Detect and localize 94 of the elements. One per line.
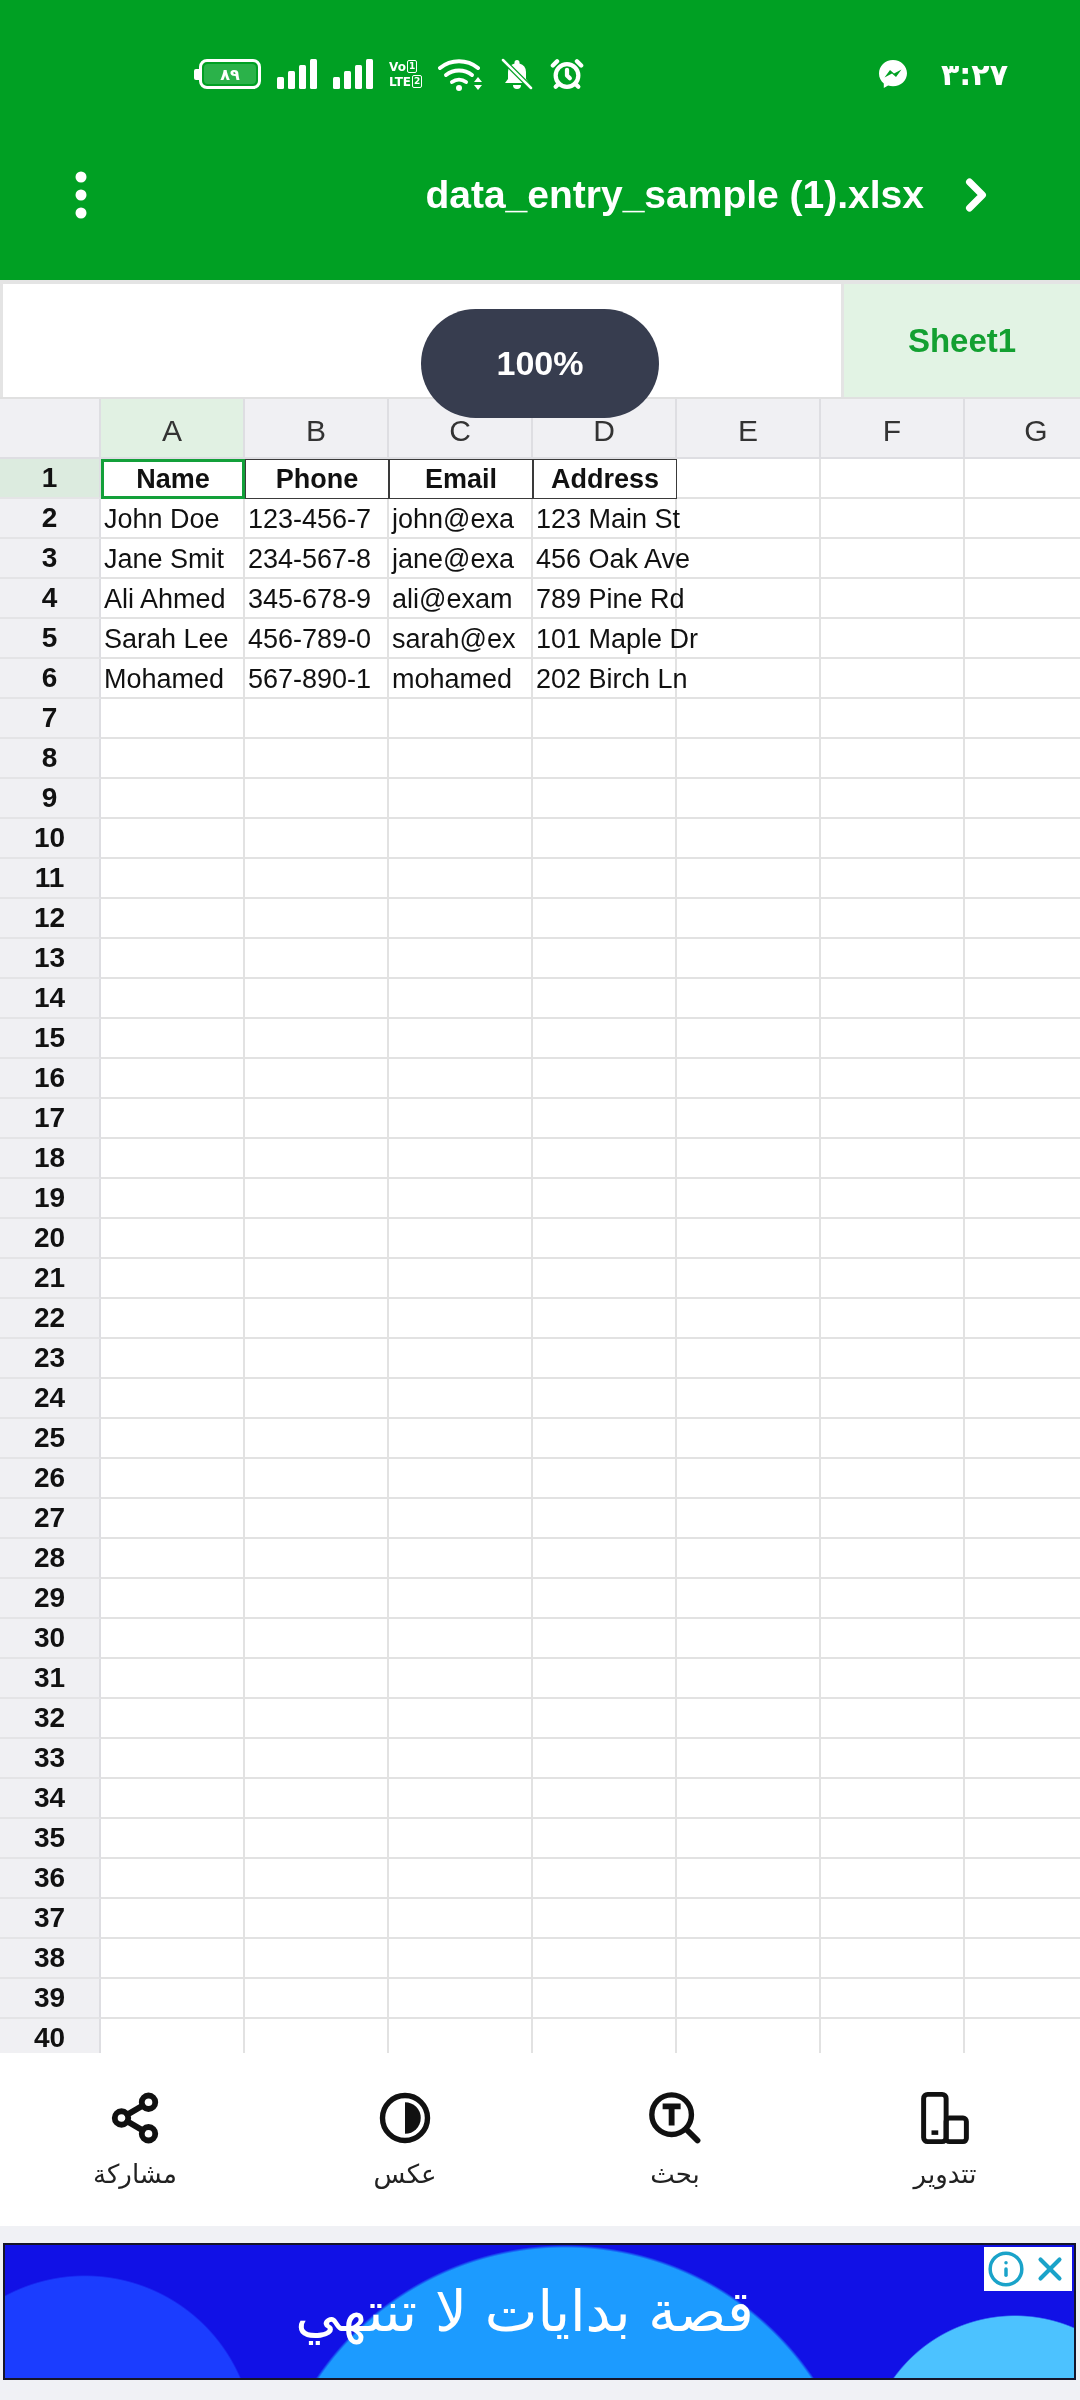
toolbar-button[interactable]: عكس [367, 2091, 443, 2189]
messenger-icon [877, 58, 910, 90]
alarm-clock-icon [550, 57, 585, 91]
row-number[interactable]: 22 [0, 1299, 101, 1339]
row-number[interactable]: 20 [0, 1219, 101, 1259]
row-number[interactable]: 35 [0, 1819, 101, 1859]
contrast-icon [378, 2091, 432, 2145]
row-number[interactable]: 32 [0, 1699, 101, 1739]
network-type-label: LTE [389, 74, 412, 89]
row-number[interactable]: 14 [0, 979, 101, 1019]
table-cell[interactable]: 456-789-0 [245, 623, 372, 655]
file-title: data_entry_sample (1).xlsx [425, 173, 924, 217]
table-cell[interactable]: john@exa [389, 503, 514, 535]
row-number[interactable]: 4 [0, 579, 101, 619]
table-cell[interactable]: jane@exa [389, 543, 514, 575]
row-number[interactable]: 11 [0, 859, 101, 899]
row-number[interactable]: 15 [0, 1019, 101, 1059]
table-cell[interactable]: ali@exam [389, 583, 513, 615]
row-number[interactable]: 38 [0, 1939, 101, 1979]
row-number[interactable]: 21 [0, 1259, 101, 1299]
row-number[interactable]: 27 [0, 1499, 101, 1539]
row-number[interactable]: 24 [0, 1379, 101, 1419]
table-cell[interactable]: sarah@ex [389, 623, 516, 655]
menu-icon [74, 171, 88, 219]
table-cell[interactable]: 234-567-8 [245, 543, 372, 575]
table-cell[interactable]: 789 Pine Rd [533, 583, 685, 615]
toolbar-button[interactable]: تتدوير [907, 2091, 983, 2189]
info-icon[interactable] [984, 2247, 1028, 2291]
row-number[interactable]: 40 [0, 2019, 101, 2053]
table-cell[interactable]: Ali Ahmed [101, 583, 226, 615]
table-cell[interactable]: mohamed [389, 663, 513, 695]
table-cell[interactable]: 456 Oak Ave [533, 543, 691, 575]
table-cell[interactable]: 101 Maple Dr [533, 623, 699, 655]
wifi-icon [438, 57, 485, 91]
row-number[interactable]: 3 [0, 539, 101, 579]
row-number[interactable]: 33 [0, 1739, 101, 1779]
selected-header-cell[interactable]: Name [101, 459, 245, 499]
row-number[interactable]: 16 [0, 1059, 101, 1099]
sim-number: 1 [406, 60, 418, 73]
table-cell[interactable]: Sarah Lee [101, 623, 229, 655]
row-number[interactable]: 26 [0, 1459, 101, 1499]
close-icon[interactable] [1028, 2247, 1072, 2291]
row-number[interactable]: 10 [0, 819, 101, 859]
rotate-device-icon [918, 2091, 972, 2145]
bell-off-icon [500, 57, 535, 91]
column-header[interactable]: E [677, 399, 821, 459]
row-number[interactable]: 31 [0, 1659, 101, 1699]
search-icon [648, 2091, 702, 2145]
header-cell[interactable]: Address [533, 459, 677, 499]
sim-number: 2 [412, 75, 423, 88]
row-number[interactable]: 1 [0, 459, 101, 499]
row-number[interactable]: 5 [0, 619, 101, 659]
column-header[interactable]: G [965, 399, 1080, 459]
table-cell[interactable]: Jane Smit [101, 543, 225, 575]
header-cell[interactable]: Email [389, 459, 533, 499]
table-cell[interactable]: John Doe [101, 503, 220, 535]
more-options-button[interactable] [74, 171, 88, 219]
row-number[interactable]: 39 [0, 1979, 101, 2019]
row-number[interactable]: 36 [0, 1859, 101, 1899]
network-type-label: Vo [389, 59, 406, 74]
row-number[interactable]: 19 [0, 1179, 101, 1219]
header-cell[interactable]: Phone [245, 459, 389, 499]
row-number[interactable]: 12 [0, 899, 101, 939]
signal-icon [333, 59, 373, 89]
row-number[interactable]: 6 [0, 659, 101, 699]
row-number[interactable]: 28 [0, 1539, 101, 1579]
status-time: ٣:٢٧ [941, 56, 1008, 92]
column-header[interactable]: B [245, 399, 389, 459]
toolbar-button[interactable]: مشاركة [87, 2091, 183, 2189]
row-number[interactable]: 9 [0, 779, 101, 819]
row-number[interactable]: 30 [0, 1619, 101, 1659]
zoom-level-toast: 100% [421, 309, 659, 418]
row-number[interactable]: 13 [0, 939, 101, 979]
toolbar-button[interactable]: بحث [642, 2091, 708, 2189]
column-header[interactable]: F [821, 399, 965, 459]
row-number[interactable]: 25 [0, 1419, 101, 1459]
column-header[interactable]: A [101, 399, 245, 459]
row-number[interactable]: 2 [0, 499, 101, 539]
battery-indicator: ٨٩ [194, 59, 261, 89]
signal-icon [277, 59, 317, 89]
table-cell[interactable]: 123 Main St [533, 503, 681, 535]
table-cell[interactable]: 202 Birch Ln [533, 663, 688, 695]
row-number[interactable]: 8 [0, 739, 101, 779]
table-cell[interactable]: 567-890-1 [245, 663, 372, 695]
row-number[interactable]: 17 [0, 1099, 101, 1139]
table-cell[interactable]: 345-678-9 [245, 583, 372, 615]
row-number[interactable]: 34 [0, 1779, 101, 1819]
row-number[interactable]: 37 [0, 1899, 101, 1939]
row-number[interactable]: 18 [0, 1139, 101, 1179]
row-number[interactable]: 7 [0, 699, 101, 739]
table-cell[interactable]: Mohamed [101, 663, 225, 695]
row-number[interactable]: 23 [0, 1339, 101, 1379]
row-number[interactable]: 29 [0, 1579, 101, 1619]
table-cell[interactable]: 123-456-7 [245, 503, 372, 535]
